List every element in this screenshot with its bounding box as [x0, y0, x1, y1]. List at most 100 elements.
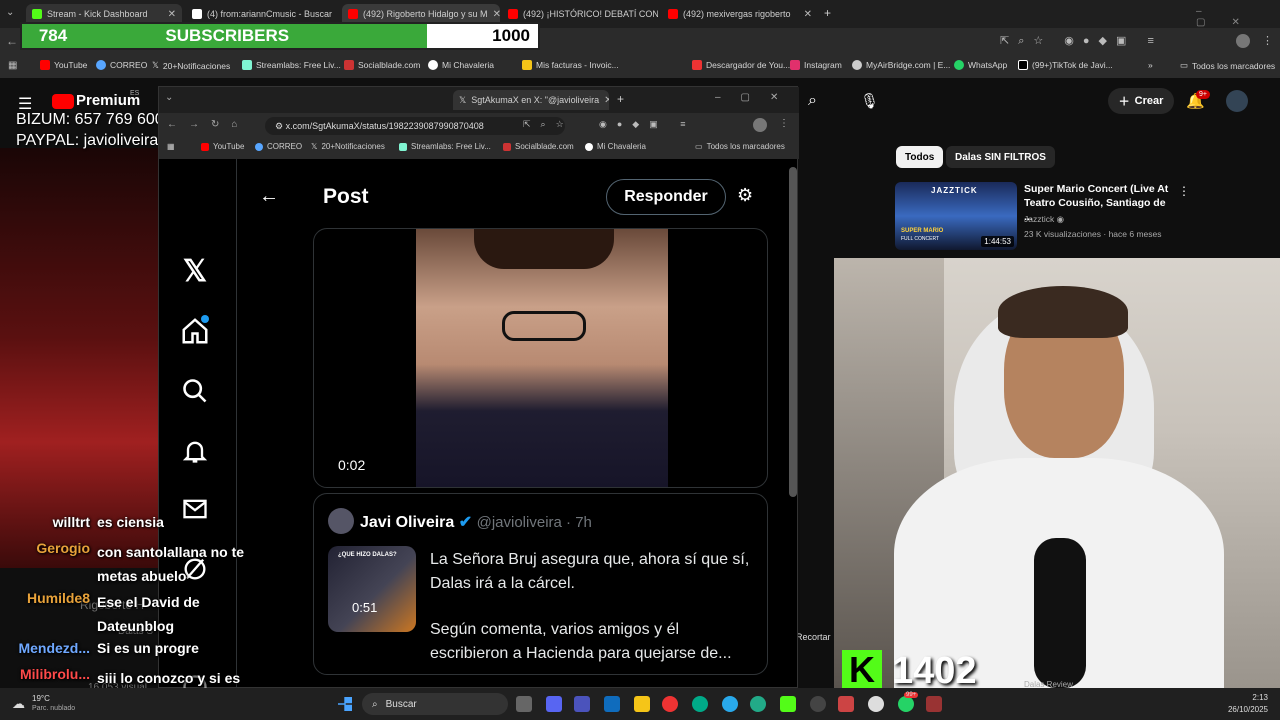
search-placeholder: Buscar — [385, 698, 417, 710]
bookmark-x-notifications[interactable]: 𝕏 20+Notificaciones — [311, 142, 385, 151]
bookmark-mi-chavaleria[interactable]: Mi Chavaleria — [428, 60, 494, 70]
windows-start-icon[interactable] — [338, 697, 352, 711]
address-actions[interactable]: ⇱⌕☆ — [523, 119, 574, 130]
youtube-logo-icon[interactable] — [52, 94, 74, 109]
settings-sliders-icon[interactable]: ⚙ — [737, 185, 753, 206]
edge-icon[interactable] — [692, 696, 708, 712]
new-tab-button[interactable]: + — [824, 6, 831, 20]
quoted-author[interactable]: Javi Oliveira ✔ @javioliveira · 7h — [360, 512, 592, 532]
quoted-post[interactable]: Javi Oliveira ✔ @javioliveira · 7h ¿QUE … — [313, 493, 768, 675]
quoted-video-thumbnail[interactable]: ¿QUE HIZO DALAS? 0:51 — [328, 546, 416, 632]
whatsapp-icon[interactable] — [898, 696, 914, 712]
apps-grid-icon[interactable]: ▦ — [167, 142, 175, 151]
nav-buttons[interactable]: ←→↻⌂ — [167, 119, 249, 130]
video-thumbnail-super-mario[interactable]: JAZZTICK SUPER MARIO FULL CONCERT 1:44:5… — [895, 182, 1017, 250]
bookmark-mi-chavaleria[interactable]: Mi Chavaleria — [585, 142, 646, 151]
bookmark-correo[interactable]: CORREO — [96, 60, 147, 70]
bookmark-mis-facturas[interactable]: Mis facturas - Invoic... — [522, 60, 619, 70]
outlook-icon[interactable] — [604, 696, 620, 712]
menu-icon[interactable]: ⋮ — [1262, 34, 1273, 47]
telegram-icon[interactable] — [722, 696, 738, 712]
avatar[interactable] — [1226, 90, 1248, 112]
profile-avatar[interactable] — [1236, 34, 1250, 48]
bookmark-x-notifications[interactable]: 𝕏 20+Notificaciones — [152, 60, 230, 71]
x-logo-icon: 𝕏 — [459, 94, 467, 105]
tab-youtube-historico[interactable]: (492) ¡HISTÓRICO! DEBATÍ CON✕ — [502, 4, 658, 24]
video-channel[interactable]: Jazztick ◉ — [1024, 214, 1064, 225]
close-icon[interactable]: ✕ — [804, 9, 812, 20]
close-icon[interactable]: ✕ — [493, 9, 500, 20]
youtube-icon — [348, 9, 358, 19]
tab-youtube-rigoberto[interactable]: (492) Rigoberto Hidalgo y su M ✕ — [342, 4, 500, 24]
tab-x-search[interactable]: (4) from:ariannCmusic - Buscar ✕ — [186, 4, 338, 24]
close-icon[interactable]: ✕ — [168, 9, 176, 20]
chip-todos[interactable]: Todos — [896, 146, 944, 168]
apps-grid-icon[interactable]: ▦ — [8, 60, 17, 71]
file-explorer-icon[interactable] — [634, 696, 650, 712]
task-view-icon[interactable] — [516, 696, 532, 712]
app-icon[interactable] — [926, 696, 942, 712]
app-icon[interactable] — [838, 696, 854, 712]
bookmark-socialblade[interactable]: Socialblade.com — [503, 142, 574, 151]
bookmarks-overflow-icon[interactable]: » — [1148, 60, 1153, 70]
video-thumbnail-concert[interactable] — [0, 148, 158, 568]
more-options-icon[interactable]: ⋮ — [1178, 184, 1190, 198]
obs-icon[interactable] — [810, 696, 826, 712]
create-button[interactable]: ＋ Crear — [1108, 88, 1174, 114]
window-controls[interactable]: –▢✕ — [715, 92, 798, 103]
tab-kick-dashboard[interactable]: Stream - Kick Dashboard ✕ — [26, 4, 182, 24]
tab-youtube-mexivergas[interactable]: (492) mexivergas rigoberto ✕ — [662, 4, 818, 24]
profile-avatar[interactable] — [753, 118, 767, 132]
close-icon[interactable]: ✕ — [604, 95, 609, 106]
bookmark-label: Instagram — [804, 60, 842, 70]
back-arrow-icon[interactable]: ← — [6, 34, 18, 48]
tab-x-post[interactable]: 𝕏 SgtAkumaX en X: "@javioliveira ✕ — [453, 90, 609, 110]
video-meta: 23 K visualizaciones · hace 6 meses — [1024, 229, 1162, 239]
new-tab-button[interactable]: + — [617, 92, 624, 106]
search-icon[interactable]: ⌕ — [808, 92, 817, 110]
chip-dalas-sin-filtros[interactable]: Dalas SIN FILTROS — [946, 146, 1055, 168]
bookmark-whatsapp[interactable]: WhatsApp — [954, 60, 1007, 70]
tab-label: Stream - Kick Dashboard — [47, 9, 148, 19]
search-icon[interactable] — [177, 373, 213, 409]
bookmark-youtube[interactable]: YouTube — [201, 142, 244, 151]
scrollbar[interactable] — [789, 167, 797, 497]
subscriber-count: 784 — [38, 26, 68, 45]
clip-button[interactable]: Recortar — [796, 632, 831, 642]
menu-icon[interactable]: ⋮ — [779, 118, 789, 129]
bookmark-tiktok[interactable]: (99+)TikTok de Javi... — [1018, 60, 1113, 70]
bookmark-socialblade[interactable]: Socialblade.com — [344, 60, 420, 70]
bookmark-descargador[interactable]: Descargador de You... — [692, 60, 790, 70]
bookmark-myairbridge[interactable]: MyAirBridge.com | E... — [852, 60, 950, 70]
all-bookmarks-folder[interactable]: ▭ Todos los marcadores — [695, 142, 785, 151]
extension-icons[interactable]: ◉●◆▣ ≡ — [599, 119, 695, 130]
taskbar-search[interactable]: ⌕ Buscar — [362, 693, 508, 715]
browser-icon[interactable] — [750, 696, 766, 712]
tab-list-chevron-icon[interactable]: ⌄ — [165, 92, 173, 103]
reply-button[interactable]: Responder — [606, 179, 726, 215]
notifications-bell-icon[interactable] — [177, 433, 213, 469]
bookmark-streamlabs[interactable]: Streamlabs: Free Liv... — [399, 142, 491, 151]
back-arrow-icon[interactable]: ← — [259, 185, 279, 208]
tab-list-chevron-icon[interactable]: ⌄ — [6, 7, 14, 18]
microphone-icon[interactable]: 🎙 — [860, 92, 879, 110]
bookmark-instagram[interactable]: Instagram — [790, 60, 842, 70]
window-controls[interactable]: –▢✕ — [1196, 6, 1280, 28]
post-video-player[interactable]: 0:02 — [313, 228, 768, 488]
url-field[interactable]: ⚙ x.com/SgtAkumaX/status/198223908799087… — [265, 117, 565, 135]
video-duration: 1:44:53 — [981, 236, 1014, 247]
app-icon[interactable] — [868, 696, 884, 712]
teams-icon[interactable] — [574, 696, 590, 712]
chrome-icon[interactable] — [662, 696, 678, 712]
bookmark-youtube[interactable]: YouTube — [40, 60, 87, 70]
x-logo-icon[interactable]: 𝕏 — [177, 253, 213, 289]
toolbar-icons[interactable]: ⇱⌕☆ ◉●◆▣ ≡ — [1000, 34, 1163, 48]
close-icon[interactable]: ✕ — [337, 9, 338, 20]
discord-icon[interactable] — [546, 696, 562, 712]
bookmark-streamlabs[interactable]: Streamlabs: Free Liv... — [242, 60, 341, 70]
kick-icon[interactable] — [780, 696, 796, 712]
bookmark-correo[interactable]: CORREO — [255, 142, 302, 151]
avatar[interactable] — [328, 508, 354, 534]
all-bookmarks-folder[interactable]: ▭ Todos los marcadores — [1180, 60, 1275, 71]
weather-cloud-icon[interactable]: ☁ — [12, 696, 25, 712]
